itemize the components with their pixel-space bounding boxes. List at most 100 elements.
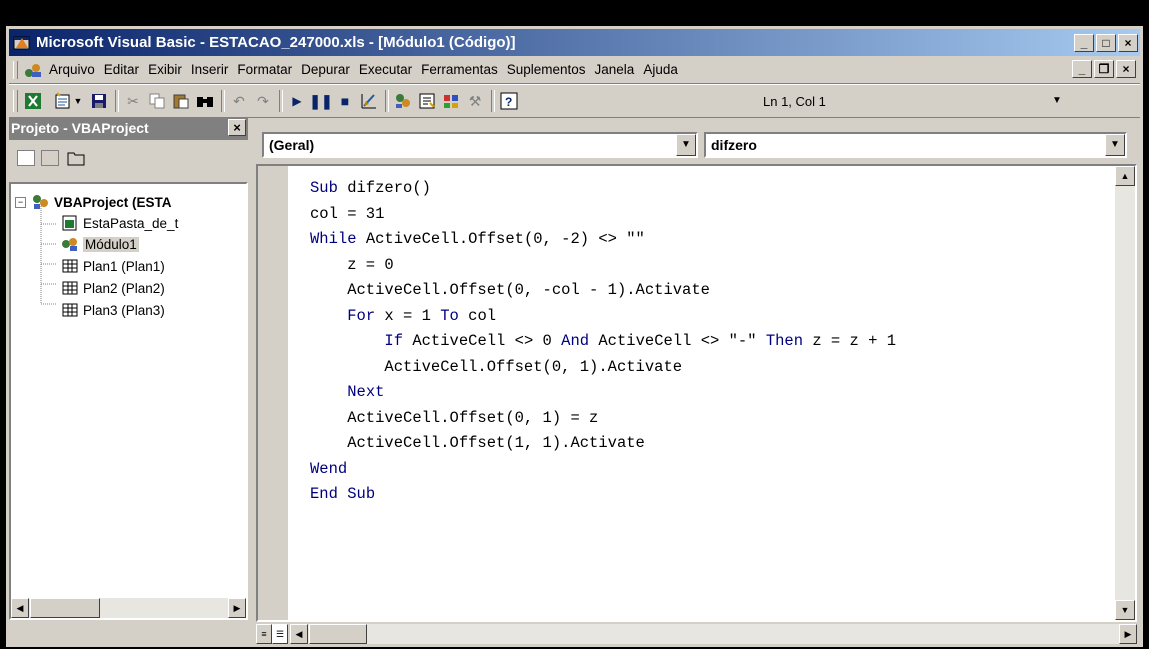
view-object-icon[interactable] [41,150,59,166]
insert-module-icon[interactable]: ▼ [51,90,85,112]
vbe-window: Microsoft Visual Basic - ESTACAO_247000.… [6,26,1143,647]
tree-node-vbaproject[interactable]: − VBAProject (ESTA [15,194,172,210]
run-icon[interactable]: ▶ [285,90,309,112]
procedure-combo[interactable]: difzero ▼ [704,132,1127,158]
tree-node-modulo1[interactable]: Módulo1 [61,236,139,252]
vba-document-icon[interactable] [23,61,43,79]
code-line[interactable]: ActiveCell.Offset(0, 1) = z [310,406,896,432]
tree-label: EstaPasta_de_t [83,215,179,231]
help-icon[interactable]: ? [497,90,521,112]
full-module-view-icon[interactable]: ☰ [272,624,288,644]
scroll-down-icon[interactable]: ▼ [1115,600,1135,620]
scroll-right-icon[interactable]: ▶ [228,598,246,618]
save-icon[interactable] [87,90,111,112]
scroll-right-icon[interactable]: ▶ [1119,624,1137,644]
code-window: (Geral) ▼ difzero ▼ Sub difzero() col = 3… [256,118,1137,646]
menu-inserir[interactable]: Inserir [191,62,229,77]
chevron-down-icon[interactable]: ▼ [676,134,696,156]
worksheet-icon [62,303,78,317]
menu-executar[interactable]: Executar [359,62,412,77]
tree-label: Plan2 (Plan2) [83,280,165,296]
code-line[interactable]: ActiveCell.Offset(0, 1).Activate [310,355,896,381]
collapse-icon[interactable]: − [15,196,26,208]
code-line[interactable]: Wend [310,457,896,483]
menu-formatar[interactable]: Formatar [237,62,292,77]
minimize-button[interactable]: _ [1074,34,1094,52]
scroll-thumb[interactable] [309,624,367,644]
menu-ajuda[interactable]: Ajuda [643,62,678,77]
code-line[interactable]: End Sub [310,482,896,508]
paste-icon[interactable] [169,90,193,112]
code-text[interactable]: Sub difzero() col = 31 While ActiveCell.Of… [310,176,896,508]
code-line[interactable]: If ActiveCell <> 0 And ActiveCell <> "-"… [310,329,896,355]
design-mode-icon[interactable] [357,90,381,112]
object-combo-value: (Geral) [269,137,315,153]
tree-node-plan1[interactable]: Plan1 (Plan1) [61,258,165,274]
reset-icon[interactable]: ■ [333,90,357,112]
break-icon[interactable]: ❚❚ [309,90,333,112]
menu-editar[interactable]: Editar [104,62,139,77]
code-line[interactable]: col = 31 [310,202,896,228]
procedure-view-icon[interactable]: ≡ [256,624,272,644]
worksheet-icon [62,259,78,273]
svg-text:?: ? [505,95,512,109]
menu-suplementos[interactable]: Suplementos [507,62,586,77]
cut-icon[interactable]: ✂ [121,90,145,112]
object-combo[interactable]: (Geral) ▼ [262,132,698,158]
vbaproject-icon [33,195,48,209]
undo-icon[interactable]: ↶ [227,90,251,112]
copy-icon[interactable] [145,90,169,112]
code-line[interactable]: While ActiveCell.Offset(0, -2) <> "" [310,227,896,253]
project-horizontal-scrollbar[interactable]: ◀ ▶ [11,598,246,618]
scroll-left-icon[interactable]: ◀ [11,598,29,618]
mdi-restore-button[interactable]: ❐ [1094,60,1114,78]
redo-icon[interactable]: ↷ [251,90,275,112]
module-icon [62,238,77,251]
tree-label: Plan3 (Plan3) [83,302,165,318]
code-line[interactable]: ActiveCell.Offset(1, 1).Activate [310,431,896,457]
code-line[interactable]: z = 0 [310,253,896,279]
title-bar[interactable]: Microsoft Visual Basic - ESTACAO_247000.… [9,29,1140,56]
project-explorer-titlebar[interactable]: Projeto - VBAProject × [9,118,248,140]
code-line[interactable]: For x = 1 To col [310,304,896,330]
scroll-up-icon[interactable]: ▲ [1115,166,1135,186]
menubar-grip[interactable] [13,61,18,79]
toolbox-icon[interactable]: ⚒ [463,90,487,112]
margin-indicator-bar[interactable] [258,166,289,620]
excel-icon[interactable] [21,90,45,112]
code-horizontal-scrollbar[interactable]: ◀ ▶ [290,624,1137,644]
menu-depurar[interactable]: Depurar [301,62,350,77]
chevron-down-icon[interactable]: ▼ [1105,134,1125,156]
worksheet-icon [62,281,78,295]
view-code-icon[interactable] [17,150,35,166]
toolbar-grip[interactable] [13,90,18,112]
close-button[interactable]: × [1118,34,1138,52]
menu-janela[interactable]: Janela [595,62,635,77]
scroll-left-icon[interactable]: ◀ [290,624,308,644]
code-line[interactable]: ActiveCell.Offset(0, -col - 1).Activate [310,278,896,304]
code-line[interactable]: Sub difzero() [310,176,896,202]
find-icon[interactable] [193,90,217,112]
toggle-folders-icon[interactable] [67,150,85,166]
project-explorer-icon[interactable] [391,90,415,112]
properties-icon[interactable] [415,90,439,112]
tree-node-estapasta[interactable]: EstaPasta_de_t [61,215,178,231]
toolbar-options-icon[interactable]: ▼ [1052,95,1062,106]
tree-label: Plan1 (Plan1) [83,258,165,274]
menu-arquivo[interactable]: Arquivo [49,62,95,77]
menu-exibir[interactable]: Exibir [148,62,182,77]
code-vertical-scrollbar[interactable]: ▲ ▼ [1115,166,1135,620]
tree-node-plan2[interactable]: Plan2 (Plan2) [61,280,165,296]
project-explorer-close-button[interactable]: × [228,119,246,136]
menu-ferramentas[interactable]: Ferramentas [421,62,498,77]
maximize-button[interactable]: □ [1096,34,1116,52]
tree-node-plan3[interactable]: Plan3 (Plan3) [61,302,165,318]
mdi-close-button[interactable]: × [1116,60,1136,78]
mdi-minimize-button[interactable]: _ [1072,60,1092,78]
code-editor[interactable]: Sub difzero() col = 31 While ActiveCell.Of… [256,164,1137,622]
object-browser-icon[interactable] [439,90,463,112]
code-line[interactable]: Next [310,380,896,406]
scroll-thumb[interactable] [30,598,100,618]
window-title: Microsoft Visual Basic - ESTACAO_247000.… [36,34,516,51]
project-tree: − VBAProject (ESTA EstaPasta_de_t Módulo… [9,182,248,620]
